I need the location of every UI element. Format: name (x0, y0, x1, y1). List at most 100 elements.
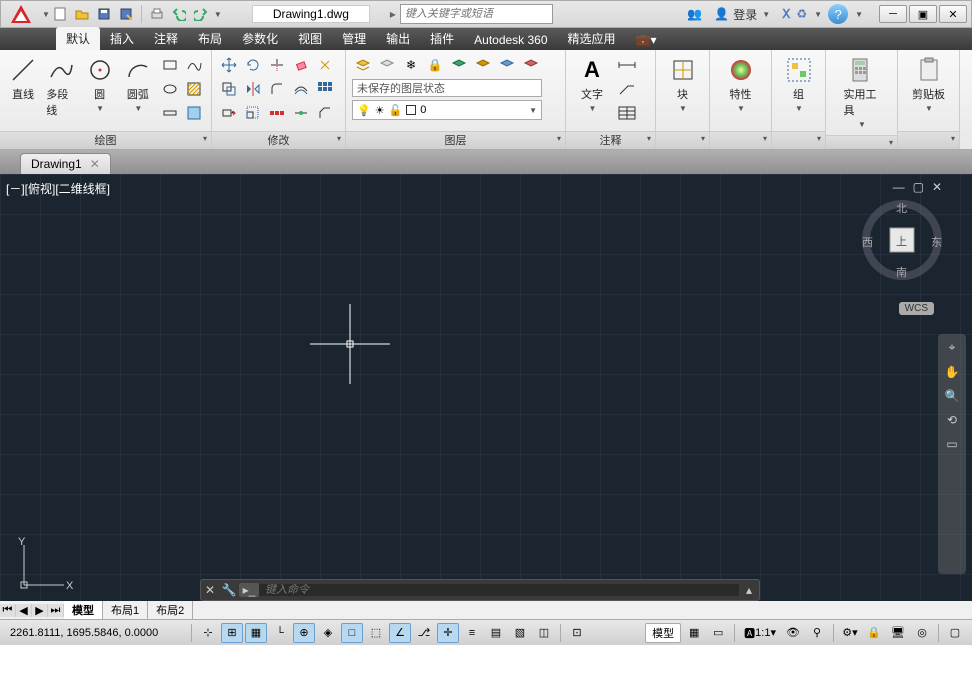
utilities-button[interactable]: 实用工具▼ (842, 54, 882, 131)
qat-save-icon[interactable] (94, 4, 114, 24)
qat-redo-icon[interactable] (191, 4, 211, 24)
mirror-icon[interactable] (242, 78, 264, 100)
panel-title-modify[interactable]: 修改 (212, 131, 345, 149)
scale-icon[interactable] (242, 102, 264, 124)
vp-minimize-icon[interactable]: — (893, 180, 905, 194)
tab-layout[interactable]: 布局 (188, 27, 232, 50)
viewcube[interactable]: 北 南 东 西 上 (862, 200, 942, 280)
nav-showmotion-icon[interactable]: ▭ (946, 437, 957, 451)
tab-default[interactable]: 默认 (56, 27, 100, 50)
nav-zoom-icon[interactable]: 🔍 (945, 389, 960, 403)
tab-model[interactable]: 模型 (64, 601, 103, 619)
tab-manage[interactable]: 管理 (332, 27, 376, 50)
tab-annotate[interactable]: 注释 (144, 27, 188, 50)
rotate-icon[interactable] (242, 54, 264, 76)
layer-current-select[interactable]: 💡 ☀ 🔓 0 ▼ (352, 100, 542, 120)
st-dyn-icon[interactable]: ✛ (437, 623, 459, 643)
st-snap-icon[interactable]: ⊞ (221, 623, 243, 643)
layeroff-icon[interactable] (376, 54, 398, 76)
st-tpy-icon[interactable]: ▤ (485, 623, 507, 643)
tab-view[interactable]: 视图 (288, 27, 332, 50)
stretch-icon[interactable] (218, 102, 240, 124)
tab-plugins[interactable]: 插件 (420, 27, 464, 50)
array-icon[interactable] (314, 78, 336, 100)
vp-close-icon[interactable]: ✕ (932, 180, 942, 194)
ellipse-icon[interactable] (159, 78, 181, 100)
st-space-toggle[interactable]: 模型 (645, 623, 681, 643)
vp-maximize-icon[interactable]: ▢ (913, 180, 924, 194)
nav-orbit-icon[interactable]: ⟲ (947, 413, 957, 427)
st-iso-icon[interactable]: ◈ (317, 623, 339, 643)
explode-icon[interactable] (314, 54, 336, 76)
view-label[interactable]: [－][俯视][二维线框] (6, 180, 110, 197)
line-button[interactable]: 直线 (6, 54, 40, 104)
rectangle-icon[interactable] (159, 54, 181, 76)
st-am-icon[interactable]: ⊡ (566, 623, 588, 643)
hatch-icon[interactable] (183, 78, 205, 100)
wcs-badge[interactable]: WCS (899, 302, 934, 315)
panel-title-layer[interactable]: 图层 (346, 131, 565, 149)
erase-icon[interactable] (290, 54, 312, 76)
offset-icon[interactable] (290, 78, 312, 100)
tab-layout2[interactable]: 布局2 (148, 601, 193, 619)
layermore1-icon[interactable] (472, 54, 494, 76)
layermore2-icon[interactable] (496, 54, 518, 76)
st-otrack-icon[interactable]: ∠ (389, 623, 411, 643)
qat-new-icon[interactable] (50, 4, 70, 24)
qat-dropdown-icon[interactable]: ▼ (214, 10, 222, 19)
text-button[interactable]: A文字▼ (572, 54, 612, 115)
login-button[interactable]: 👤 登录 ▼ (708, 4, 776, 25)
leader-icon[interactable] (616, 78, 638, 100)
st-polar-icon[interactable]: ⊕ (293, 623, 315, 643)
chamfer-icon[interactable] (314, 102, 336, 124)
tab-parametric[interactable]: 参数化 (232, 27, 288, 50)
clipboard-button[interactable]: 剪贴板▼ (909, 54, 949, 115)
help-icon[interactable]: ? (828, 4, 848, 24)
fillet-icon[interactable] (266, 78, 288, 100)
close-doc-icon[interactable]: ✕ (90, 157, 100, 171)
st-isolate-icon[interactable]: ◎ (911, 623, 933, 643)
cmd-close-icon[interactable]: ✕ (201, 583, 219, 597)
tab-first-icon[interactable]: ⏮ (0, 604, 16, 617)
st-sc-icon[interactable]: ◫ (533, 623, 555, 643)
copy-icon[interactable] (218, 78, 240, 100)
drawing-area[interactable]: [－][俯视][二维线框] — ▢ ✕ 北 南 东 西 上 WCS ⌖ ✋ 🔍 … (0, 174, 972, 619)
layerprop-icon[interactable] (352, 54, 374, 76)
st-annovisibility-icon[interactable]: 👁 (782, 623, 804, 643)
tab-a360[interactable]: Autodesk 360 (464, 30, 557, 50)
st-workspace-icon[interactable]: ⚙▾ (839, 623, 861, 643)
command-input[interactable] (259, 584, 739, 596)
st-infer-icon[interactable]: ⊹ (197, 623, 219, 643)
infocenter-icon[interactable]: 👥 (687, 7, 702, 21)
tab-next-icon[interactable]: ▶ (32, 604, 48, 617)
st-hardware-icon[interactable]: 🖥 (887, 623, 909, 643)
layerlock-icon[interactable]: 🔒 (424, 54, 446, 76)
trim-icon[interactable] (266, 54, 288, 76)
point-icon[interactable] (159, 102, 181, 124)
nav-pan-icon[interactable]: ✋ (945, 365, 960, 379)
region-icon[interactable] (183, 102, 205, 124)
join-icon[interactable] (290, 102, 312, 124)
st-grid-icon[interactable]: ▦ (245, 623, 267, 643)
qat-undo-icon[interactable] (169, 4, 189, 24)
app-menu-dropdown-icon[interactable]: ▼ (42, 10, 50, 19)
layer-state-select[interactable] (352, 79, 542, 97)
maximize-button[interactable]: ▣ (909, 5, 937, 23)
layermore3-icon[interactable] (520, 54, 542, 76)
minimize-button[interactable]: ─ (879, 5, 907, 23)
panel-title-draw[interactable]: 绘图 (0, 131, 211, 149)
st-ducs-icon[interactable]: ⎇ (413, 623, 435, 643)
tab-insert[interactable]: 插入 (100, 27, 144, 50)
spline-icon[interactable] (183, 54, 205, 76)
app-logo[interactable] (7, 2, 35, 26)
tab-last-icon[interactable]: ⏭ (48, 604, 64, 617)
tab-extra-icon[interactable]: 💼▾ (626, 30, 667, 50)
exchange-x-icon[interactable]: Ⅹ (782, 7, 790, 21)
document-tab[interactable]: Drawing1 ✕ (20, 153, 111, 174)
st-toolbar-lock-icon[interactable]: 🔒 (863, 623, 885, 643)
cmd-prompt-icon[interactable]: ▸_ (239, 583, 259, 597)
st-grid2-icon[interactable]: ▦ (683, 623, 705, 643)
arraypath-icon[interactable] (266, 102, 288, 124)
st-cleanscreen-icon[interactable]: ▢ (944, 623, 966, 643)
close-button[interactable]: ✕ (939, 5, 967, 23)
